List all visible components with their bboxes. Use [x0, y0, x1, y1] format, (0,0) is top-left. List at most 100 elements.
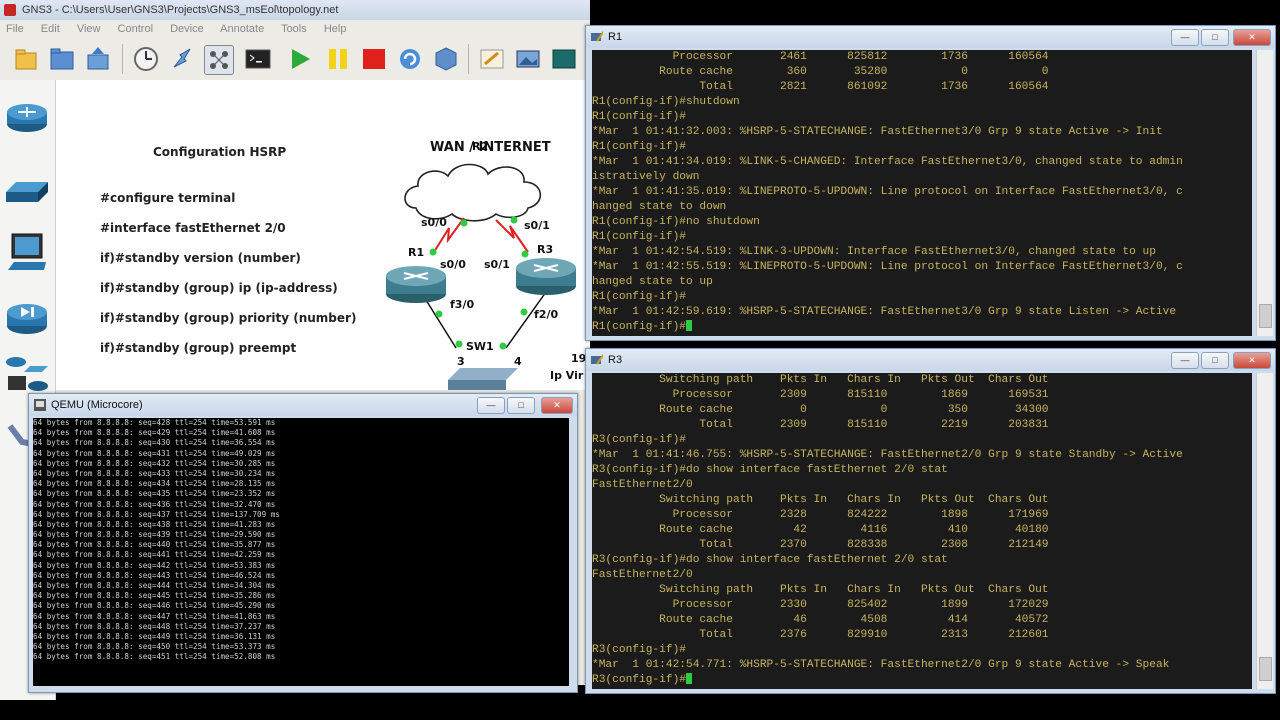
qemu-console-line: 64 bytes from 8.8.8.8: seq=441 ttl=254 t…: [33, 550, 276, 560]
r3-terminal-line: Route cache 46 4508 414 40572: [592, 614, 1049, 626]
qemu-console-line: 64 bytes from 8.8.8.8: seq=443 ttl=254 t…: [33, 570, 276, 580]
qemu-window: QEMU (Microcore) — □ ✕ 64 bytes from 8.8…: [28, 393, 578, 693]
menu-tools[interactable]: Tools: [281, 23, 307, 35]
main-toolbar: [0, 38, 590, 81]
snapshot-icon[interactable]: [132, 45, 160, 73]
wan-cloud-icon[interactable]: [404, 163, 542, 222]
r3-terminal-line: *Mar 1 01:42:54.771: %HSRP-5-STATECHANGE…: [592, 659, 1170, 671]
r1-minimize-button[interactable]: —: [1171, 29, 1199, 46]
qemu-console-line: 64 bytes from 8.8.8.8: seq=439 ttl=254 t…: [33, 530, 276, 540]
putty-icon: [591, 31, 603, 42]
if-f20: f2/0: [534, 308, 559, 321]
open-project-icon[interactable]: [48, 45, 76, 73]
router-icon[interactable]: [4, 98, 50, 143]
r3-terminal-line: R3(config-if)#do show interface fastEthe…: [592, 464, 948, 476]
r3-terminal[interactable]: Switching path Pkts In Chars In Pkts Out…: [592, 373, 1252, 689]
qemu-console-line: 64 bytes from 8.8.8.8: seq=438 ttl=254 t…: [33, 519, 276, 529]
r1-terminal-line: R1(config-if)#: [592, 141, 686, 153]
r3-terminal-line: Total 2370 828338 2308 212149: [592, 539, 1049, 551]
menu-annotate[interactable]: Annotate: [220, 23, 264, 35]
r1-terminal-line: Total 2821 861092 1736 160564: [592, 81, 1049, 93]
r3-maximize-button[interactable]: □: [1201, 352, 1229, 369]
capture-icon[interactable]: [204, 45, 234, 75]
qemu-console-line: 64 bytes from 8.8.8.8: seq=435 ttl=254 t…: [33, 489, 276, 499]
qemu-title-text: QEMU (Microcore): [51, 399, 143, 411]
start-icon[interactable]: [286, 45, 314, 73]
new-project-icon[interactable]: [12, 45, 40, 73]
r1-title-bar[interactable]: R1 — □ ✕: [586, 26, 1275, 48]
r3-minimize-button[interactable]: —: [1171, 352, 1199, 369]
qemu-console-line: 64 bytes from 8.8.8.8: seq=450 ttl=254 t…: [33, 642, 276, 652]
r1-label: R1: [408, 246, 425, 259]
qemu-console-line: 64 bytes from 8.8.8.8: seq=437 ttl=254 t…: [33, 509, 280, 519]
r3-terminal-line: Processor 2328 824222 1898 171969: [592, 509, 1049, 521]
r1-terminal-line: R1(config-if)#shutdown: [592, 96, 740, 108]
r3-close-button[interactable]: ✕: [1233, 352, 1271, 369]
menu-view[interactable]: View: [77, 23, 101, 35]
gns3-title-bar[interactable]: GNS3 - C:\Users\User\GNS3\Projects\GNS3_…: [0, 0, 590, 20]
r3-title-text: R3: [608, 354, 623, 366]
qemu-window-icon: [34, 399, 46, 411]
qemu-title-bar[interactable]: QEMU (Microcore) — □ ✕: [29, 394, 577, 416]
r3-title-bar[interactable]: R3 — □ ✕: [586, 349, 1275, 371]
sw-port-4: 4: [514, 355, 522, 368]
note-icon[interactable]: [478, 45, 506, 73]
r3-terminal-line: R3(config-if)#: [592, 434, 686, 446]
r3-terminal-line: FastEthernet2/0: [592, 569, 693, 581]
menu-control[interactable]: Control: [118, 23, 153, 35]
qemu-console-line: 64 bytes from 8.8.8.8: seq=444 ttl=254 t…: [33, 581, 276, 590]
qemu-maximize-button[interactable]: □: [507, 397, 535, 414]
sw1-switch-icon[interactable]: [448, 368, 518, 390]
r1-terminal-line: R1(config-if)#: [592, 320, 1252, 335]
putty-icon: [591, 354, 603, 365]
r1-terminal-line: *Mar 1 01:42:55.519: %LINEPROTO-5-UPDOWN…: [592, 261, 1183, 273]
reload-icon[interactable]: [396, 45, 424, 73]
picture-icon[interactable]: [514, 45, 542, 73]
qemu-minimize-button[interactable]: —: [477, 397, 505, 414]
r1-terminal-line: R1(config-if)#no shutdown: [592, 216, 760, 228]
console-icon[interactable]: [244, 45, 272, 73]
r3-terminal-line: Switching path Pkts In Chars In Pkts Out…: [592, 584, 1049, 596]
if-s00-r1: s0/0: [440, 258, 466, 271]
r3-router-icon[interactable]: [516, 258, 576, 295]
r1-router-icon[interactable]: [386, 266, 446, 303]
qemu-console[interactable]: 64 bytes from 8.8.8.8: seq=428 ttl=254 t…: [33, 418, 569, 686]
if-s00-top: s0/0: [421, 216, 447, 229]
qemu-console-line: 64 bytes from 8.8.8.8: seq=432 ttl=254 t…: [33, 458, 276, 468]
save-project-icon[interactable]: [84, 45, 112, 73]
r3-terminal-line: R3(config-if)#: [592, 644, 686, 656]
menu-help[interactable]: Help: [324, 23, 347, 35]
r1-terminal[interactable]: Processor 2461 825812 1736 160564 Route …: [592, 50, 1252, 336]
r3-console-window: R3 — □ ✕ Switching path Pkts In Chars In…: [585, 348, 1276, 694]
qemu-console-line: 64 bytes from 8.8.8.8: seq=431 ttl=254 t…: [33, 448, 276, 458]
r1-maximize-button[interactable]: □: [1201, 29, 1229, 46]
switch-icon[interactable]: [4, 170, 50, 215]
link-icon[interactable]: [168, 45, 196, 73]
topology-links: [386, 163, 576, 390]
rectangle-icon[interactable]: [550, 45, 578, 73]
r1-scrollbar[interactable]: [1256, 50, 1273, 336]
r1-terminal-line: *Mar 1 01:42:54.519: %LINK-3-UPDOWN: Int…: [592, 246, 1156, 258]
qemu-close-button[interactable]: ✕: [541, 397, 573, 414]
text-cursor: [686, 320, 692, 331]
menu-file[interactable]: File: [6, 23, 24, 35]
stop-icon[interactable]: [360, 45, 388, 73]
r3-terminal-line: R3(config-if)#: [592, 673, 1252, 688]
r3-terminal-line: Processor 2330 825402 1899 172029: [592, 599, 1049, 611]
sw-port-3: 3: [457, 355, 465, 368]
end-device-icon[interactable]: [4, 230, 50, 285]
menu-edit[interactable]: Edit: [41, 23, 60, 35]
virtualbox-icon[interactable]: [432, 45, 460, 73]
text-cursor: [686, 673, 692, 684]
r1-title-text: R1: [608, 31, 623, 43]
pause-icon[interactable]: [324, 45, 352, 73]
r1-terminal-line: hanged state to up: [592, 276, 713, 288]
r3-terminal-line: Total 2309 815110 2219 203831: [592, 419, 1049, 431]
topology-canvas[interactable]: Configuration HSRP #configure terminal #…: [56, 80, 590, 390]
security-device-icon[interactable]: [4, 298, 50, 343]
menu-device[interactable]: Device: [170, 23, 204, 35]
r3-scrollbar[interactable]: [1256, 373, 1273, 689]
r1-close-button[interactable]: ✕: [1233, 29, 1271, 46]
r3-terminal-line: R3(config-if)#do show interface fastEthe…: [592, 554, 948, 566]
r3-terminal-line: Route cache 42 4116 410 40180: [592, 524, 1049, 536]
